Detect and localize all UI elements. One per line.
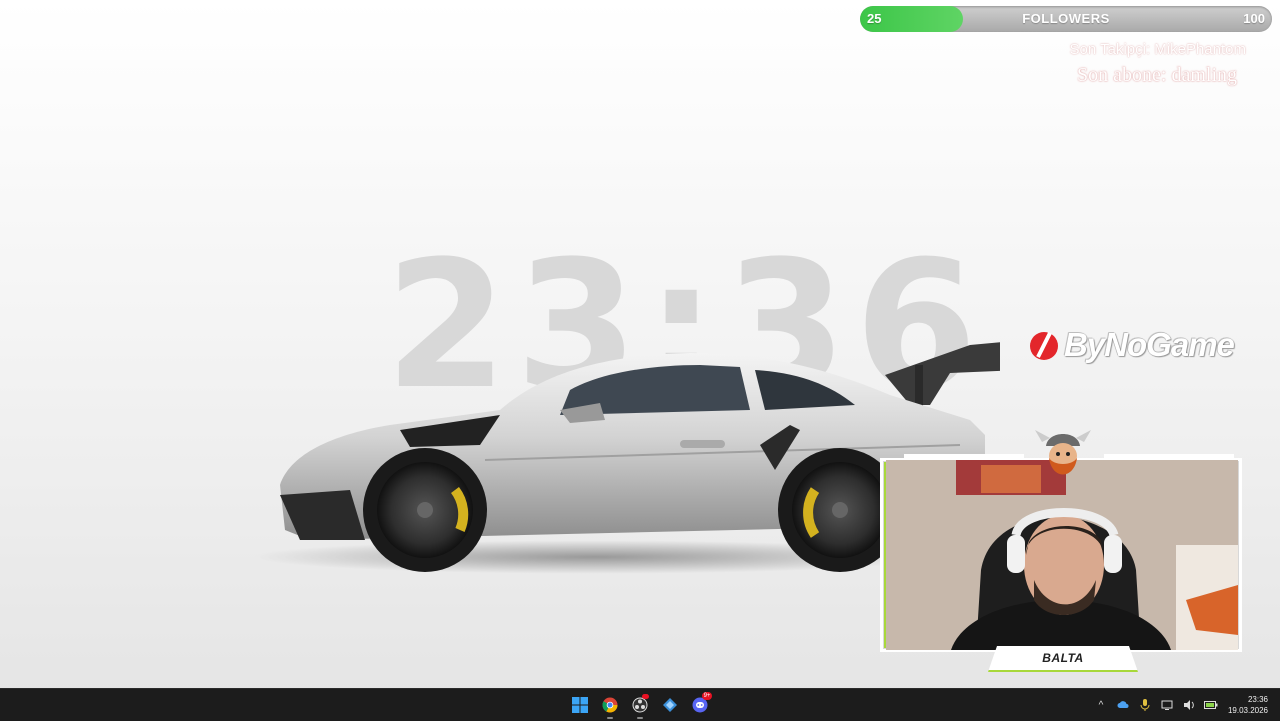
desktop: 23:36 ByNoGame 25 FOLLOWERS 100 Son Taki… [0,0,1280,688]
taskbar: 9+ ^ 23:36 19.03.2026 [0,688,1280,721]
followers-goal: 100 [1243,11,1265,26]
taskbar-clock[interactable]: 23:36 19.03.2026 [1222,694,1268,716]
streamer-name-plate: BALTA [988,646,1138,672]
taskbar-app[interactable] [656,689,684,721]
taskbar-discord[interactable]: 9+ [686,689,714,721]
battery-icon[interactable] [1204,698,1218,712]
app-icon [663,698,677,712]
taskbar-chrome[interactable] [596,689,624,721]
taskbar-date: 19.03.2026 [1227,706,1268,715]
webcam-video [886,460,1238,650]
viking-mascot-icon [1035,430,1091,475]
obs-status-dot [642,694,649,699]
system-tray: ^ [1094,689,1218,721]
last-subscriber-text: Son abone: damling [1077,64,1237,86]
display-network-icon[interactable] [1160,698,1174,712]
tray-overflow-chevron[interactable]: ^ [1094,698,1108,712]
start-button[interactable] [566,689,594,721]
volume-icon[interactable] [1182,698,1196,712]
windows-start-icon [572,697,588,713]
taskbar-obs[interactable] [626,689,654,721]
followers-goal-bar: 25 FOLLOWERS 100 [860,6,1272,32]
network-cloud-icon[interactable] [1116,698,1130,712]
streamer-name: BALTA [1042,651,1084,665]
taskbar-apps: 9+ [566,689,714,721]
webcam-frame: BALTA [874,430,1252,672]
followers-label: FOLLOWERS [1022,11,1110,26]
discord-notification-badge: 9+ [702,692,712,700]
obs-icon [632,697,648,713]
microphone-icon[interactable] [1138,698,1152,712]
bynogame-logo: ByNoGame [1028,326,1235,364]
chrome-icon [602,697,618,713]
brand-text: ByNoGame [1064,326,1235,363]
bynogame-mark-icon [1030,332,1058,360]
taskbar-time: 23:36 [1247,695,1268,704]
last-follower-text: Son Takipçi: MikePhantom [1069,41,1246,58]
